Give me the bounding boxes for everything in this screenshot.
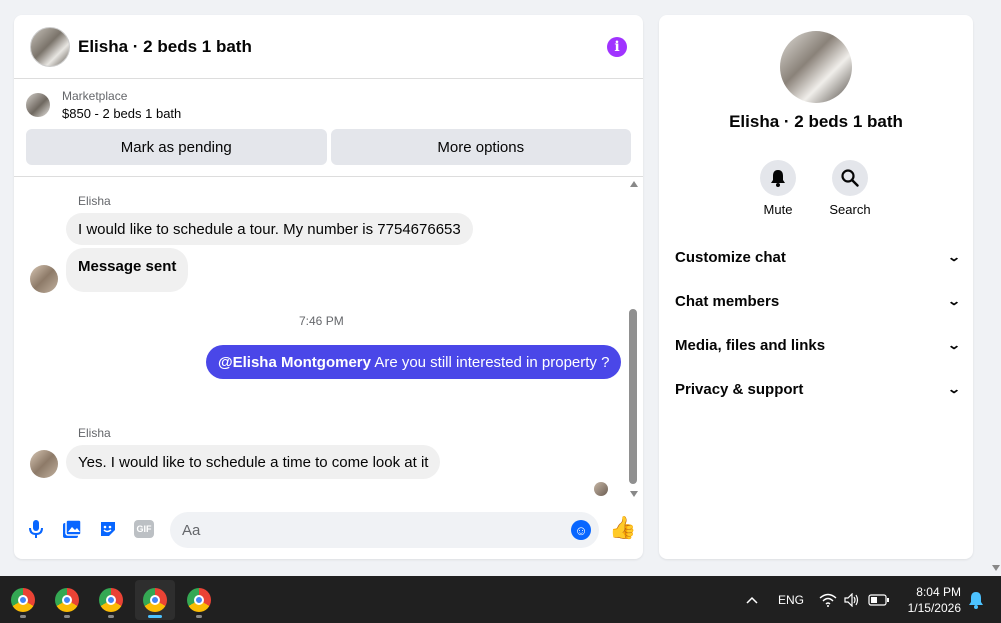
notification-bell-icon[interactable]	[968, 576, 984, 623]
sender-avatar[interactable]	[30, 450, 58, 478]
section-chat-members[interactable]: Chat members ⌄	[675, 285, 962, 317]
message-text: Are you still interested in property ?	[370, 353, 610, 371]
mention[interactable]: @Elisha Montgomery	[218, 354, 371, 371]
taskbar-chrome-app[interactable]	[3, 580, 43, 620]
message-timestamp: 7:46 PM	[299, 314, 344, 328]
show-hidden-icons-chevron-icon[interactable]	[745, 576, 759, 623]
chrome-icon	[143, 588, 167, 612]
mute-label: Mute	[763, 202, 793, 217]
mark-as-pending-button[interactable]: Mark as pending	[26, 129, 327, 165]
sender-avatar[interactable]	[30, 265, 58, 293]
sender-name: Elisha	[78, 194, 111, 208]
wifi-icon[interactable]	[819, 576, 837, 623]
section-label: Customize chat	[675, 248, 786, 266]
clock-time: 8:04 PM	[916, 585, 961, 599]
gif-button[interactable]: GIF	[133, 512, 155, 546]
search-label: Search	[829, 202, 871, 217]
taskbar-chrome-app-active[interactable]	[135, 580, 175, 620]
chrome-icon	[55, 588, 79, 612]
bell-icon	[760, 160, 796, 196]
battery-icon[interactable]	[868, 576, 890, 623]
section-privacy-support[interactable]: Privacy & support ⌄	[675, 373, 962, 405]
volume-icon[interactable]	[844, 576, 860, 623]
sender-name: Elisha	[78, 426, 111, 440]
message-input[interactable]	[182, 521, 552, 539]
seen-avatar	[594, 482, 608, 496]
chat-header: Elisha · 2 beds 1 bath i	[14, 15, 643, 79]
microphone-icon[interactable]	[25, 512, 47, 546]
language-indicator[interactable]: ENG	[778, 576, 804, 623]
photo-icon[interactable]	[61, 512, 83, 546]
chat-panel: Elisha · 2 beds 1 bath i Marketplace $85…	[14, 15, 643, 559]
chrome-icon	[11, 588, 35, 612]
taskbar-chrome-app[interactable]	[179, 580, 219, 620]
search-icon	[832, 160, 868, 196]
clock-date: 1/15/2026	[907, 601, 961, 615]
chrome-icon	[99, 588, 123, 612]
search-button[interactable]: Search	[820, 160, 880, 217]
chevron-down-icon: ⌄	[946, 382, 962, 396]
taskbar-chrome-app[interactable]	[47, 580, 87, 620]
sticker-icon[interactable]	[97, 512, 119, 546]
chevron-down-icon: ⌄	[946, 250, 962, 264]
outgoing-message-bubble[interactable]: @Elisha Montgomery Are you still interes…	[206, 345, 622, 379]
message-bubble[interactable]: Message sent	[66, 248, 189, 292]
message-input-container: ☺	[170, 512, 599, 548]
page-scroll-down-arrow-icon[interactable]	[992, 565, 1000, 571]
chrome-icon	[187, 588, 211, 612]
composer: GIF ☺ 👍	[14, 512, 643, 548]
section-customize-chat[interactable]: Customize chat ⌄	[675, 241, 962, 273]
section-label: Privacy & support	[675, 380, 804, 398]
scroll-up-arrow-icon[interactable]	[630, 181, 638, 187]
chat-avatar[interactable]	[30, 26, 70, 67]
scroll-thumb[interactable]	[629, 309, 637, 484]
gif-icon: GIF	[134, 520, 154, 538]
listing-thumbnail[interactable]	[26, 93, 50, 117]
mute-button[interactable]: Mute	[748, 160, 808, 217]
chevron-down-icon: ⌄	[946, 338, 962, 352]
chat-title[interactable]: Elisha · 2 beds 1 bath	[78, 37, 252, 57]
section-media-files-links[interactable]: Media, files and links ⌄	[675, 329, 962, 361]
taskbar-chrome-app[interactable]	[91, 580, 131, 620]
message-list: Elisha I would like to schedule a tour. …	[14, 177, 629, 510]
section-label: Media, files and links	[675, 336, 826, 354]
marketplace-listing: Marketplace $850 - 2 beds 1 bath Mark as…	[14, 79, 643, 177]
conversation-info-panel: Elisha · 2 beds 1 bath Mute Search Custo…	[659, 15, 973, 559]
conversation-avatar[interactable]	[780, 31, 852, 103]
section-label: Chat members	[675, 292, 780, 310]
emoji-icon[interactable]: ☺	[571, 520, 591, 540]
info-icon[interactable]: i	[607, 36, 627, 57]
conversation-title: Elisha · 2 beds 1 bath	[729, 112, 903, 131]
thumbs-up-icon[interactable]: 👍	[609, 515, 636, 541]
message-bubble[interactable]: I would like to schedule a tour. My numb…	[66, 213, 473, 245]
clock[interactable]: 8:04 PM 1/15/2026	[908, 584, 961, 616]
message-bubble[interactable]: Yes. I would like to schedule a time to …	[66, 445, 441, 479]
marketplace-label: Marketplace	[62, 89, 128, 103]
listing-price[interactable]: $850 - 2 beds 1 bath	[62, 106, 181, 121]
taskbar: ENG 8:04 PM 1/15/2026	[0, 576, 1001, 623]
chevron-down-icon: ⌄	[946, 294, 962, 308]
scroll-down-arrow-icon[interactable]	[630, 491, 638, 497]
message-scrollbar[interactable]	[628, 181, 640, 497]
more-options-button[interactable]: More options	[330, 129, 631, 165]
